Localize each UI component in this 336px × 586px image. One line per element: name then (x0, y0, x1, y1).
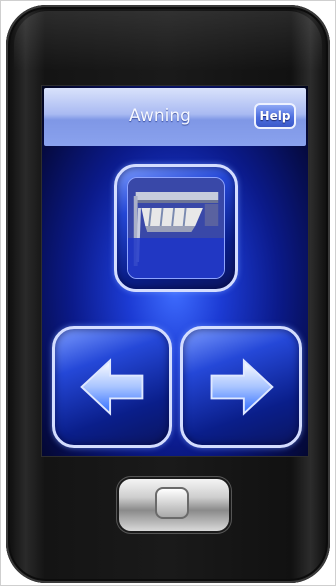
arrow-left-button[interactable] (52, 326, 172, 448)
page-title: Awning (129, 106, 191, 126)
arrow-left-icon (80, 358, 144, 416)
image-frame: Awning Help (0, 0, 336, 586)
help-button[interactable]: Help (254, 103, 296, 129)
arrow-right-button[interactable] (180, 326, 302, 448)
device-bezel: Awning Help (6, 5, 330, 583)
home-button-icon (155, 487, 189, 519)
awning-button[interactable] (114, 164, 238, 292)
title-bar: Awning Help (44, 88, 306, 146)
home-button[interactable] (119, 479, 229, 531)
touch-screen: Awning Help (41, 85, 309, 457)
arrow-right-icon (210, 358, 274, 416)
awning-icon (127, 177, 225, 279)
